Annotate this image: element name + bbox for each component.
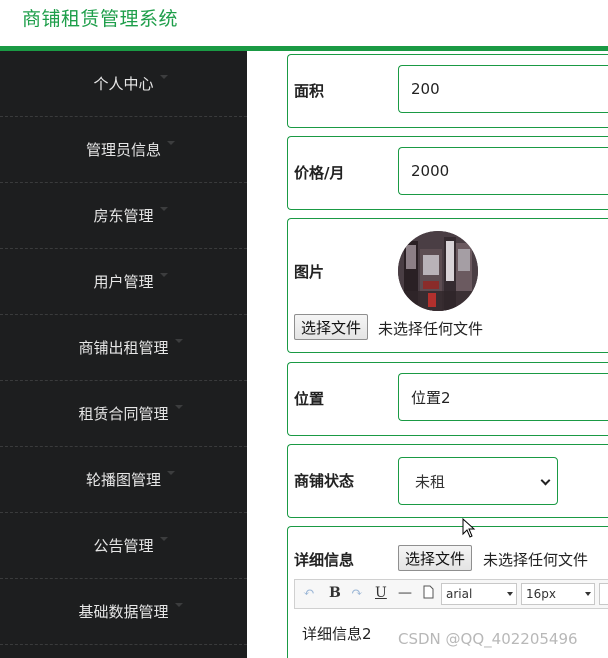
sidebar-item-announcements[interactable]: 公告管理: [0, 513, 247, 579]
undo-icon[interactable]: ↶: [303, 585, 315, 601]
area-value: 200: [411, 80, 440, 98]
sidebar-item-label: 商铺出租管理: [78, 339, 169, 357]
sidebar-item-label: 房东管理: [93, 207, 154, 225]
underline-icon[interactable]: U: [375, 585, 387, 601]
font-size-value: 16px: [526, 587, 556, 601]
form-row-area: 面积 200: [287, 54, 608, 128]
document-icon[interactable]: [423, 585, 434, 603]
sidebar-item-profile[interactable]: 个人中心: [0, 51, 247, 117]
caret-down-icon: [174, 603, 183, 607]
watermark: CSDN @QQ_402205496: [398, 630, 578, 648]
location-input[interactable]: 位置2: [398, 373, 608, 421]
sidebar-item-shop-rental[interactable]: 商铺出租管理: [0, 315, 247, 381]
area-input[interactable]: 200: [398, 65, 608, 113]
sidebar-item-landlords[interactable]: 房东管理: [0, 183, 247, 249]
form-row-location: 位置 位置2: [287, 362, 608, 436]
detail-file-status: 未选择任何文件: [483, 551, 589, 569]
main-form-area: 面积 200 价格/月 2000 图片 选择文件 未选择任何文件 位置 位置2 …: [247, 51, 608, 658]
sidebar-item-base-data[interactable]: 基础数据管理: [0, 579, 247, 645]
sidebar-item-admin-info[interactable]: 管理员信息: [0, 117, 247, 183]
status-selected-value: 未租: [415, 472, 446, 491]
image-file-status: 未选择任何文件: [378, 320, 484, 338]
price-label: 价格/月: [294, 164, 345, 182]
caret-down-icon: [159, 207, 168, 211]
font-family-select[interactable]: arial: [441, 583, 517, 605]
form-row-image: 图片 选择文件 未选择任何文件: [287, 218, 608, 353]
app-title: 商铺租赁管理系统: [22, 8, 179, 30]
sidebar-item-label: 租赁合同管理: [78, 405, 169, 423]
sidebar-item-label: 个人中心: [93, 75, 154, 93]
image-label: 图片: [294, 263, 325, 281]
caret-down-icon: [167, 471, 175, 475]
detail-label: 详细信息: [294, 551, 355, 569]
dropdown-arrow-icon: [585, 592, 591, 596]
sidebar-item-label: 管理员信息: [85, 141, 161, 159]
sidebar-item-label: 用户管理: [93, 273, 154, 291]
caret-down-icon: [174, 339, 183, 343]
price-input[interactable]: 2000: [398, 147, 608, 195]
sidebar-item-label: 基础数据管理: [78, 603, 169, 621]
caret-down-icon: [159, 75, 168, 79]
sidebar: 个人中心 管理员信息 房东管理 用户管理 商铺出租管理 租赁合同管理 轮播图管理…: [0, 51, 247, 658]
status-select[interactable]: 未租: [398, 457, 558, 505]
dropdown-arrow-icon: [507, 592, 513, 596]
area-label: 面积: [294, 82, 325, 100]
location-label: 位置: [294, 390, 325, 408]
caret-down-icon: [159, 537, 168, 541]
font-size-select[interactable]: 16px: [521, 583, 595, 605]
caret-down-icon: [167, 141, 175, 145]
redo-icon[interactable]: ↷: [351, 585, 363, 601]
caret-down-icon: [159, 273, 168, 277]
editor-content[interactable]: 详细信息2: [302, 623, 372, 644]
location-value: 位置2: [411, 388, 451, 407]
detail-choose-file-button[interactable]: 选择文件: [398, 545, 473, 571]
sidebar-item-users[interactable]: 用户管理: [0, 249, 247, 315]
editor-toolbar: ↶ B ↷ U — arial 16px: [294, 579, 608, 609]
sidebar-item-label: 轮播图管理: [85, 471, 161, 489]
sidebar-item-label: 公告管理: [93, 537, 154, 555]
chevron-down-icon: [540, 475, 551, 486]
image-choose-file-button[interactable]: 选择文件: [294, 314, 369, 340]
format-select[interactable]: [599, 583, 608, 605]
font-family-value: arial: [446, 587, 473, 601]
shop-image-thumbnail: [398, 231, 478, 311]
price-value: 2000: [411, 162, 450, 180]
bold-icon[interactable]: B: [329, 585, 341, 601]
form-row-status: 商铺状态 未租: [287, 444, 608, 518]
sidebar-item-contracts[interactable]: 租赁合同管理: [0, 381, 247, 447]
horizontal-rule-icon[interactable]: —: [398, 585, 412, 601]
sidebar-item-carousel[interactable]: 轮播图管理: [0, 447, 247, 513]
caret-down-icon: [174, 405, 183, 409]
mouse-cursor-icon: [462, 518, 476, 538]
form-row-price: 价格/月 2000: [287, 136, 608, 210]
app-header: 商铺租赁管理系统: [0, 0, 608, 46]
status-label: 商铺状态: [294, 472, 355, 490]
